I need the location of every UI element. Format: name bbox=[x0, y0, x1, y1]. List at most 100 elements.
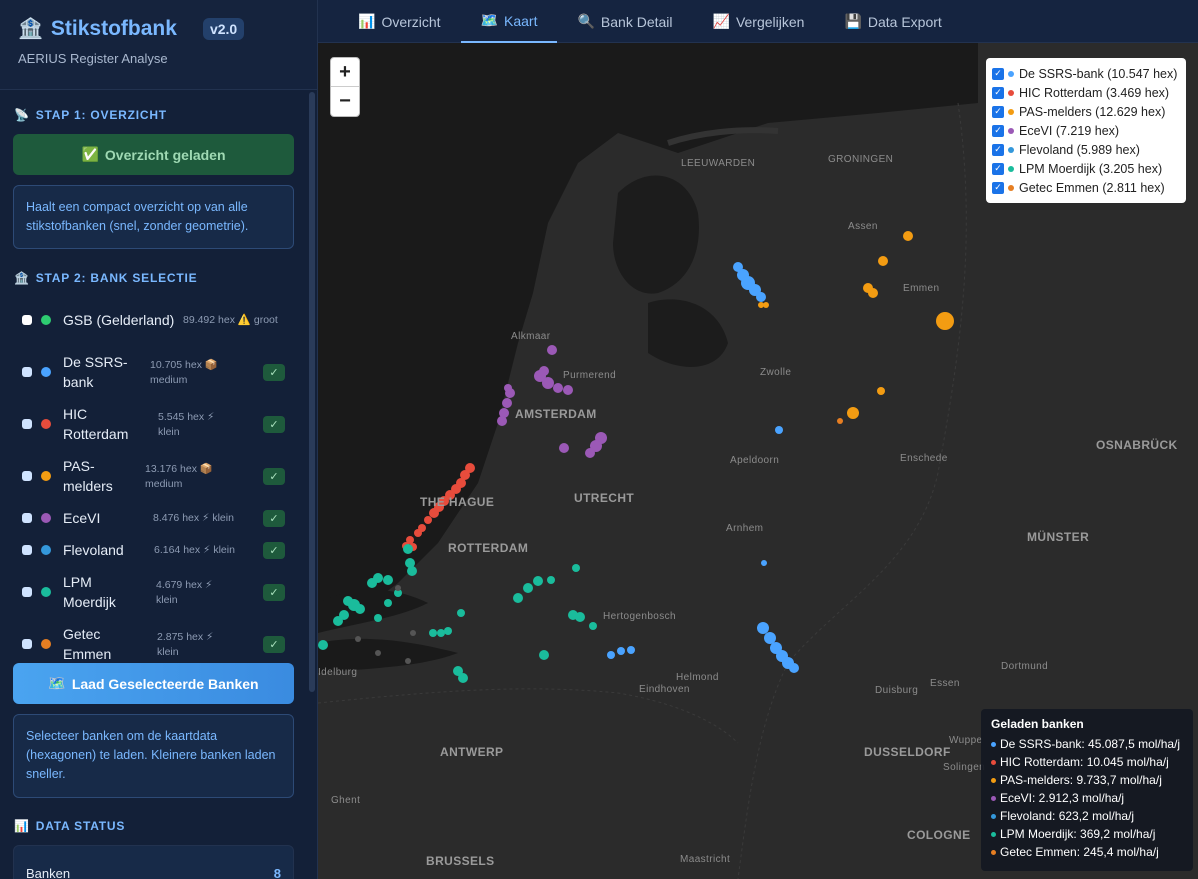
bank-row-ssrs[interactable]: De SSRS-bank 10.705 hex 📦 medium ✓ bbox=[0, 346, 306, 398]
overview-loaded-button[interactable]: ✅ Overzicht geladen bbox=[13, 134, 294, 175]
city-label: Dortmund bbox=[1001, 661, 1049, 672]
city-label: Emmen bbox=[903, 283, 940, 294]
city-label: GRONINGEN bbox=[828, 154, 894, 165]
zoom-out-button[interactable]: − bbox=[331, 87, 359, 116]
loaded-bank-item: Flevoland: 623,2 mol/ha/j bbox=[991, 807, 1183, 825]
checkbox-checked-icon[interactable]: ✓ bbox=[992, 105, 1004, 118]
city-label: Solingen bbox=[943, 762, 986, 773]
tab-data-export[interactable]: 💾 Data Export bbox=[824, 0, 961, 43]
bank-color-dot bbox=[41, 315, 51, 325]
legend-label: Getec Emmen (2.811 hex) bbox=[1019, 180, 1165, 195]
bank-meta: 4.679 hex ⚡ klein bbox=[156, 579, 213, 606]
brand: 🏦 Stikstofbank v2.0 bbox=[18, 16, 299, 41]
bank-color-dot bbox=[41, 587, 51, 597]
app-title: Stikstofbank bbox=[50, 16, 177, 40]
trend-chart-icon: 📈 bbox=[712, 13, 730, 29]
legend-label: PAS-melders (12.629 hex) bbox=[1019, 104, 1166, 119]
load-selected-banks-button[interactable]: 🗺️ Laad Geselecteerde Banken bbox=[13, 663, 294, 704]
bank-meta: 2.875 hex ⚡ klein bbox=[157, 631, 214, 658]
legend-dot bbox=[1008, 165, 1014, 172]
bank-row-lpm[interactable]: LPM Moerdijk 4.679 hex ⚡ klein ✓ bbox=[0, 566, 306, 618]
tab-bar: 📊 Overzicht 🗺️ Kaart 🔍 Bank Detail 📈 Ver… bbox=[318, 0, 1198, 43]
bank-name: EceVI bbox=[63, 510, 101, 526]
step3-title: 📊 DATA STATUS bbox=[14, 819, 126, 833]
bank-row-hic[interactable]: HIC Rotterdam 5.545 hex ⚡ klein ✓ bbox=[0, 398, 306, 450]
tab-bank-detail[interactable]: 🔍 Bank Detail bbox=[557, 0, 692, 43]
checkbox-checked-icon[interactable]: ✓ bbox=[992, 67, 1004, 80]
legend-item[interactable]: ✓ Flevoland (5.989 hex) bbox=[992, 140, 1180, 159]
bank-checkbox[interactable] bbox=[22, 315, 32, 325]
legend-item[interactable]: ✓ HIC Rotterdam (3.469 hex) bbox=[992, 83, 1180, 102]
sidebar-content[interactable]: 📡 STAP 1: OVERZICHT ✅ Overzicht geladen … bbox=[0, 91, 306, 879]
checkbox-checked-icon[interactable]: ✓ bbox=[992, 124, 1004, 137]
sidebar-scrollbar[interactable] bbox=[309, 92, 315, 692]
checkbox-checked-icon[interactable]: ✓ bbox=[992, 143, 1004, 156]
loaded-bank-item: EceVI: 2.912,3 mol/ha/j bbox=[991, 789, 1183, 807]
status-value: 8 bbox=[273, 866, 281, 879]
floppy-disk-icon: 💾 bbox=[844, 13, 862, 29]
bank-meta: 5.545 hex ⚡ klein bbox=[158, 411, 215, 438]
status-row: Banken 8 bbox=[26, 866, 281, 879]
city-label: THE HAGUE bbox=[420, 495, 495, 509]
bank-checkbox[interactable] bbox=[22, 639, 32, 649]
bank-icon: 🏦 bbox=[14, 271, 30, 285]
legend-item[interactable]: ✓ EceVI (7.219 hex) bbox=[992, 121, 1180, 140]
bank-row-ecevi[interactable]: EceVI 8.476 hex ⚡ klein ✓ bbox=[0, 502, 306, 534]
bank-getec-emmen bbox=[837, 418, 843, 424]
city-label: Purmerend bbox=[563, 370, 617, 381]
loaded-bank-item: PAS-melders: 9.733,7 mol/ha/j bbox=[991, 771, 1183, 789]
legend-item[interactable]: ✓ PAS-melders (12.629 hex) bbox=[992, 102, 1180, 121]
magnifier-icon: 🔍 bbox=[577, 13, 595, 29]
checkbox-checked-icon[interactable]: ✓ bbox=[992, 86, 1004, 99]
checkbox-checked-icon[interactable]: ✓ bbox=[992, 162, 1004, 175]
bank-name: Getec Emmen bbox=[63, 626, 112, 662]
legend-item[interactable]: ✓ LPM Moerdijk (3.205 hex) bbox=[992, 159, 1180, 178]
city-label: DUSSELDORF bbox=[864, 745, 951, 759]
legend-dot bbox=[1008, 108, 1014, 115]
bank-color-dot bbox=[41, 545, 51, 555]
bank-meta: 6.164 hex ⚡ klein bbox=[154, 544, 235, 556]
city-label: COLOGNE bbox=[907, 828, 971, 842]
map-icon: 🗺️ bbox=[480, 12, 498, 28]
city-label: UTRECHT bbox=[574, 491, 635, 505]
city-label: Idelburg bbox=[318, 667, 358, 678]
legend-item[interactable]: ✓ De SSRS-bank (10.547 hex) bbox=[992, 64, 1180, 83]
bank-color-dot bbox=[41, 513, 51, 523]
check-icon: ✅ bbox=[81, 146, 99, 162]
legend-dot bbox=[991, 777, 996, 783]
city-label: LEEUWARDEN bbox=[681, 158, 756, 169]
tab-vergelijken[interactable]: 📈 Vergelijken bbox=[693, 0, 825, 43]
bank-checkbox[interactable] bbox=[22, 471, 32, 481]
legend-label: LPM Moerdijk (3.205 hex) bbox=[1019, 161, 1163, 176]
zoom-in-button[interactable]: + bbox=[331, 58, 359, 87]
bank-color-dot bbox=[41, 419, 51, 429]
loaded-check-icon: ✓ bbox=[263, 467, 285, 485]
bank-meta: 89.492 hex ⚠️ groot bbox=[183, 314, 278, 326]
city-label: Wuppe bbox=[949, 735, 983, 746]
data-status-box: Banken 8 bbox=[13, 845, 294, 879]
tab-kaart[interactable]: 🗺️ Kaart bbox=[460, 0, 558, 43]
bank-checkbox[interactable] bbox=[22, 587, 32, 597]
legend-label: HIC Rotterdam (3.469 hex) bbox=[1019, 85, 1170, 100]
bank-checkbox[interactable] bbox=[22, 545, 32, 555]
bank-checkbox[interactable] bbox=[22, 367, 32, 377]
legend-item[interactable]: ✓ Getec Emmen (2.811 hex) bbox=[992, 178, 1180, 197]
bank-checkbox[interactable] bbox=[22, 419, 32, 429]
bank-row-flevoland[interactable]: Flevoland 6.164 hex ⚡ klein ✓ bbox=[0, 534, 306, 566]
city-label: Enschede bbox=[900, 453, 948, 464]
loaded-bank-item: Getec Emmen: 245,4 mol/ha/j bbox=[991, 843, 1183, 861]
checkbox-checked-icon[interactable]: ✓ bbox=[992, 181, 1004, 194]
map-view[interactable]: LEEUWARDEN GRONINGEN Assen Emmen Alkmaar… bbox=[318, 43, 1198, 879]
city-label: ANTWERP bbox=[440, 745, 504, 759]
loaded-banks-title: Geladen banken bbox=[991, 717, 1084, 731]
bank-row-gsb[interactable]: GSB (Gelderland) 89.492 hex ⚠️ groot bbox=[0, 294, 306, 346]
bank-checkbox[interactable] bbox=[22, 513, 32, 523]
bank-row-pas[interactable]: PAS-melders 13.176 hex 📦 medium ✓ bbox=[0, 450, 306, 502]
sidebar-header: 🏦 Stikstofbank v2.0 AERIUS Register Anal… bbox=[0, 0, 317, 90]
bank-color-dot bbox=[41, 639, 51, 649]
tab-overzicht[interactable]: 📊 Overzicht bbox=[318, 0, 461, 43]
map-icon: 🗺️ bbox=[48, 675, 66, 691]
step2-title: 🏦 STAP 2: BANK SELECTIE bbox=[14, 271, 198, 285]
zoom-control: + − bbox=[330, 57, 360, 117]
bank-name: HIC Rotterdam bbox=[63, 406, 129, 442]
